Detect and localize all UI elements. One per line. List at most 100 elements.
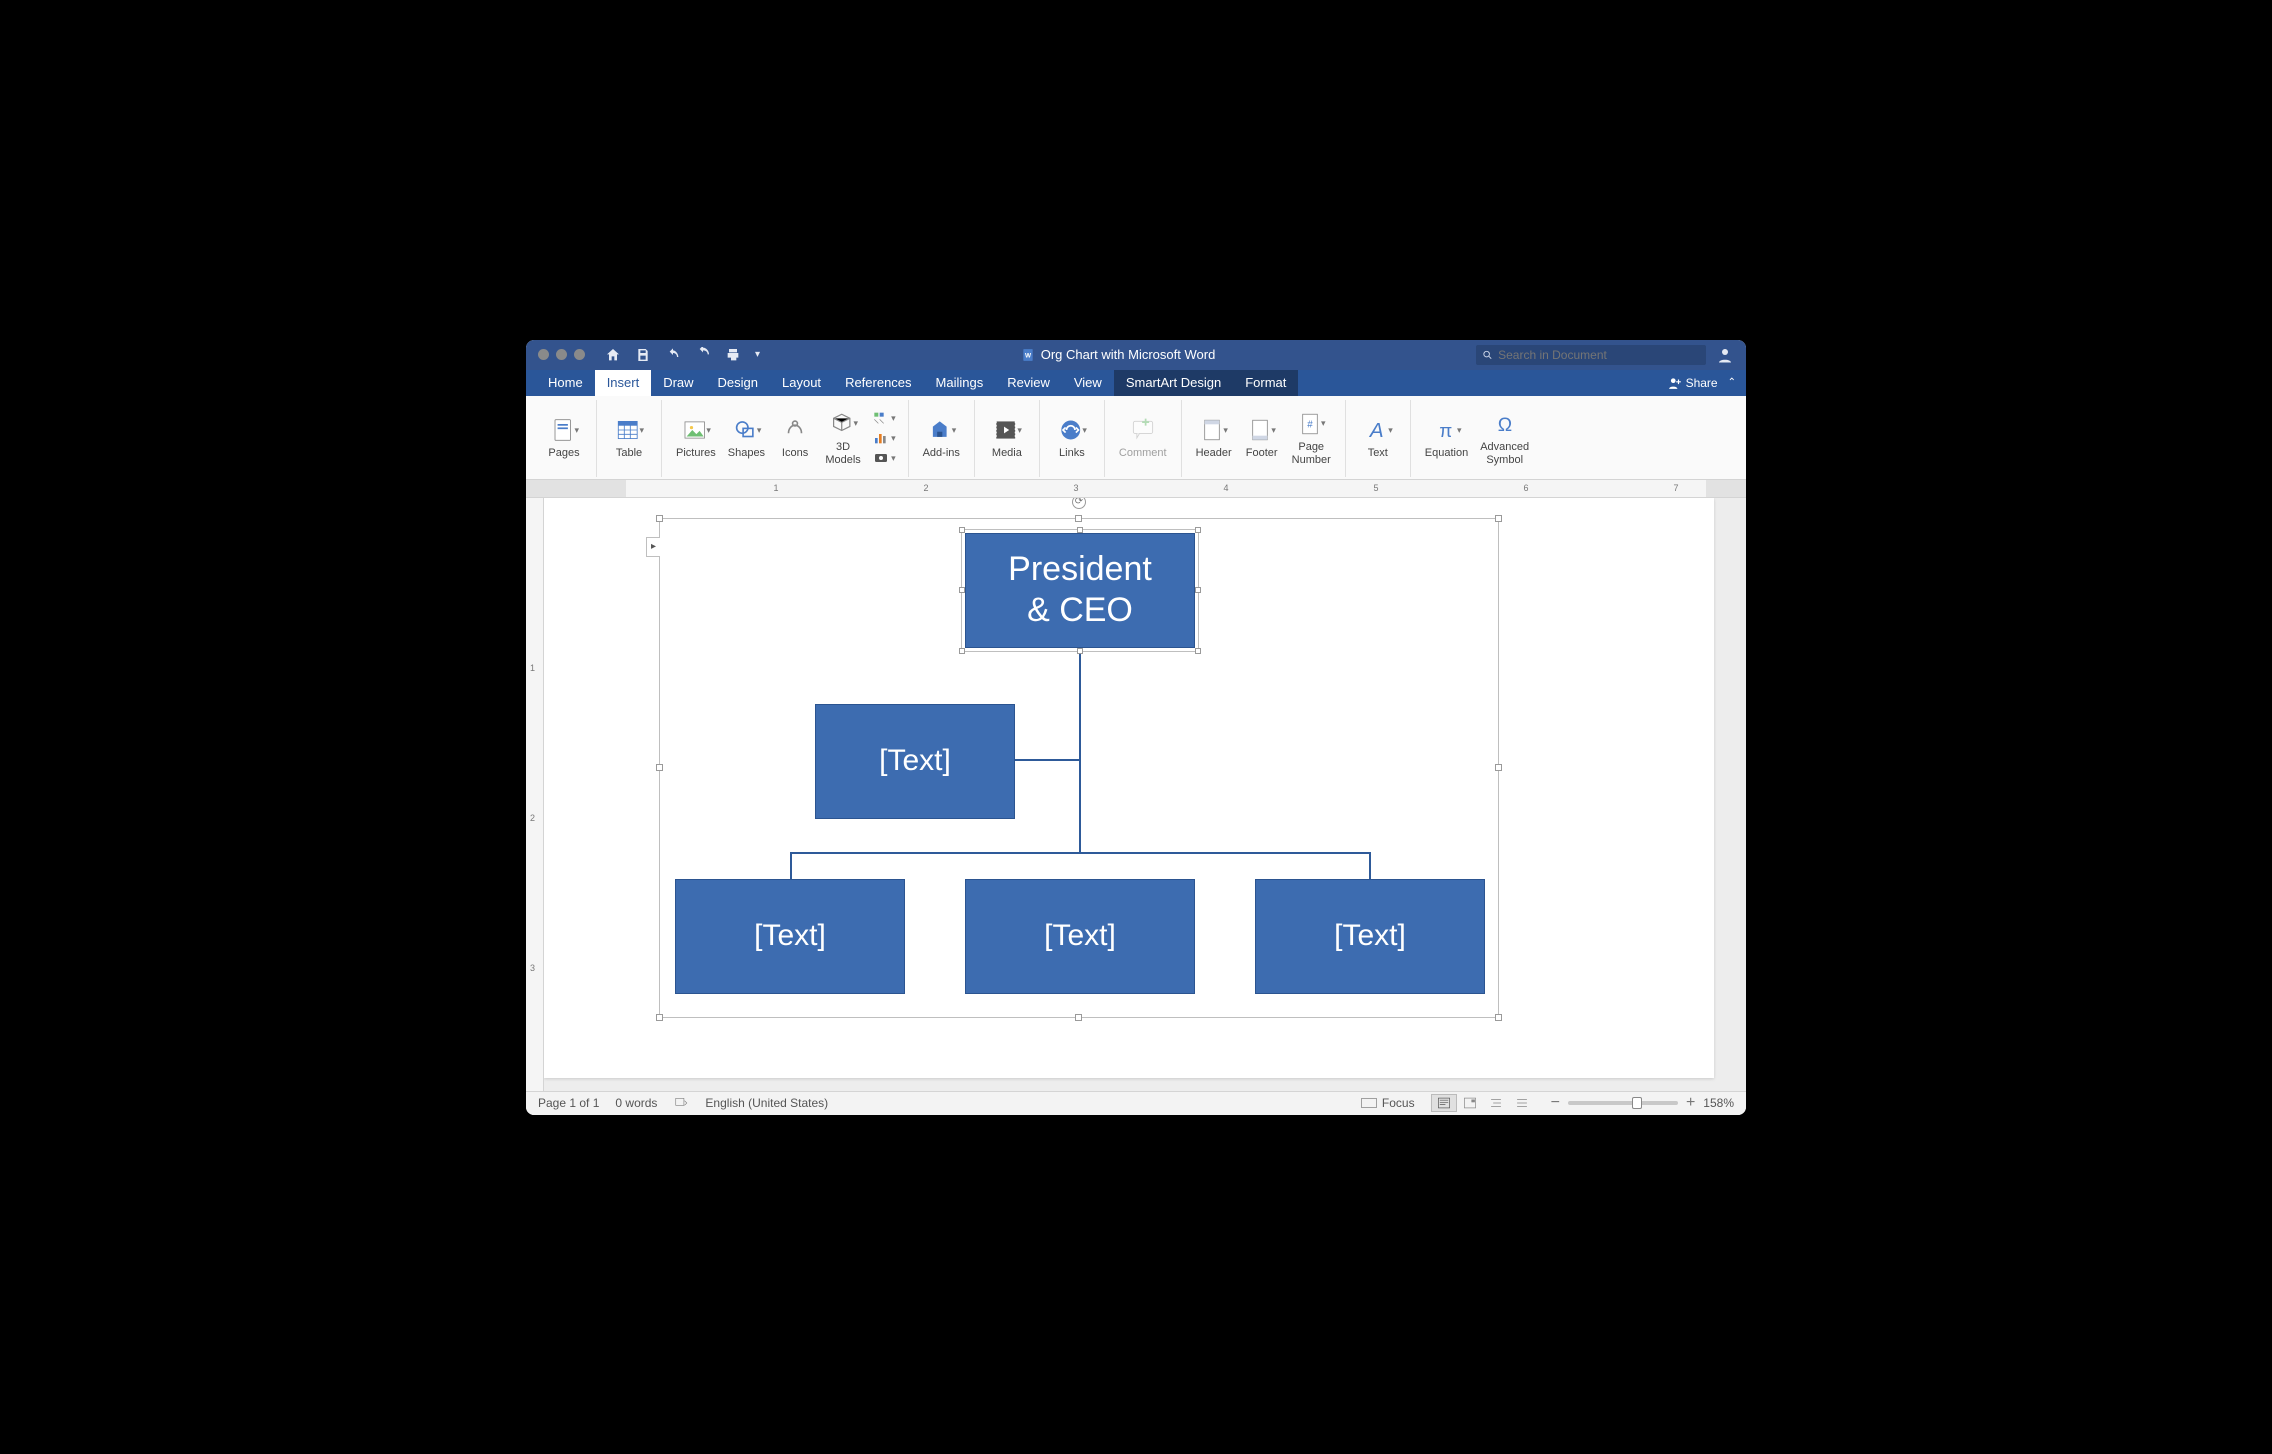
word-app-window: ▾ W Org Chart with Microsoft Word Home I… (526, 340, 1746, 1115)
shape-handle[interactable] (1195, 648, 1201, 654)
search-box[interactable] (1476, 345, 1706, 365)
print-layout-view-icon[interactable] (1431, 1094, 1457, 1112)
svg-text:Ω: Ω (1497, 415, 1511, 436)
redo-icon[interactable] (695, 347, 711, 363)
home-icon[interactable] (605, 347, 621, 363)
tab-insert[interactable]: Insert (595, 370, 652, 396)
resize-handle[interactable] (1495, 1014, 1502, 1021)
minimize-window-button[interactable] (556, 349, 567, 360)
resize-handle[interactable] (1075, 1014, 1082, 1021)
text-button[interactable]: A▾ Text (1354, 414, 1402, 461)
svg-text:W: W (1025, 352, 1032, 359)
shape-handle[interactable] (1195, 587, 1201, 593)
share-button[interactable]: Share ⌃ (1668, 376, 1736, 390)
resize-handle[interactable] (1495, 515, 1502, 522)
page-indicator[interactable]: Page 1 of 1 (538, 1096, 599, 1110)
icons-button[interactable]: Icons (771, 414, 819, 461)
maximize-window-button[interactable] (574, 349, 585, 360)
3d-models-button[interactable]: ▾ 3D Models (819, 408, 867, 467)
page-number-button[interactable]: #▾ Page Number (1286, 408, 1337, 467)
smartart-frame[interactable]: ⟳ ▸ (659, 518, 1499, 1018)
view-mode-buttons (1431, 1094, 1535, 1112)
tab-layout[interactable]: Layout (770, 370, 833, 396)
zoom-slider[interactable] (1568, 1101, 1678, 1105)
tab-review[interactable]: Review (995, 370, 1062, 396)
org-node-child[interactable]: [Text] (1255, 879, 1485, 994)
close-window-button[interactable] (538, 349, 549, 360)
resize-handle[interactable] (656, 764, 663, 771)
zoom-level[interactable]: 158% (1703, 1096, 1734, 1110)
document-page[interactable]: ⟳ ▸ (544, 498, 1714, 1078)
comment-button: Comment (1113, 414, 1173, 461)
symbol-button[interactable]: Ω Advanced Symbol (1474, 408, 1535, 467)
org-node-root[interactable]: President & CEO (965, 533, 1195, 648)
search-input[interactable] (1498, 348, 1700, 362)
smartart-button[interactable]: ▾ (871, 409, 896, 427)
tab-view[interactable]: View (1062, 370, 1114, 396)
footer-button[interactable]: ▾ Footer (1238, 414, 1286, 461)
pictures-button[interactable]: ▾ Pictures (670, 414, 722, 461)
svg-text:π: π (1439, 421, 1452, 442)
undo-icon[interactable] (665, 347, 681, 363)
draft-view-icon[interactable] (1509, 1094, 1535, 1112)
links-button[interactable]: ▾ Links (1048, 414, 1096, 461)
rotate-handle-icon[interactable]: ⟳ (1072, 498, 1086, 509)
svg-text:A: A (1368, 419, 1384, 442)
resize-handle[interactable] (656, 1014, 663, 1021)
tab-home[interactable]: Home (536, 370, 595, 396)
tab-draw[interactable]: Draw (651, 370, 705, 396)
ribbon: ▾ Pages ▾ Table ▾ Pictures ▾ Shapes Icon… (526, 396, 1746, 480)
page-scroll-area[interactable]: ⟳ ▸ (544, 498, 1746, 1091)
save-icon[interactable] (635, 347, 651, 363)
header-button[interactable]: ▾ Header (1190, 414, 1238, 461)
zoom-controls: − + 158% (1551, 1094, 1734, 1112)
tab-mailings[interactable]: Mailings (924, 370, 996, 396)
language-indicator[interactable]: English (United States) (705, 1096, 828, 1110)
shape-handle[interactable] (1077, 527, 1083, 533)
user-account-icon[interactable] (1716, 346, 1734, 364)
word-count[interactable]: 0 words (615, 1096, 657, 1110)
print-icon[interactable] (725, 347, 741, 363)
window-controls[interactable] (538, 349, 585, 360)
shape-handle[interactable] (1195, 527, 1201, 533)
shape-handle[interactable] (959, 527, 965, 533)
org-node-child[interactable]: [Text] (675, 879, 905, 994)
resize-handle[interactable] (1495, 764, 1502, 771)
org-node-assistant[interactable]: [Text] (815, 704, 1015, 819)
zoom-thumb[interactable] (1632, 1097, 1642, 1109)
search-icon (1482, 349, 1493, 361)
connector-line (1369, 852, 1371, 882)
collapse-ribbon-icon[interactable]: ⌃ (1728, 377, 1736, 388)
zoom-in-button[interactable]: + (1686, 1094, 1695, 1112)
tab-smartart-design[interactable]: SmartArt Design (1114, 370, 1233, 396)
title-bar: ▾ W Org Chart with Microsoft Word (526, 340, 1746, 370)
resize-handle[interactable] (1075, 515, 1082, 522)
shapes-button[interactable]: ▾ Shapes (722, 414, 771, 461)
vertical-ruler[interactable]: 123 (526, 498, 544, 1091)
shape-handle[interactable] (1077, 648, 1083, 654)
tab-references[interactable]: References (833, 370, 923, 396)
zoom-out-button[interactable]: − (1551, 1094, 1560, 1112)
pages-button[interactable]: ▾ Pages (540, 414, 588, 461)
table-button[interactable]: ▾ Table (605, 414, 653, 461)
equation-button[interactable]: π▾ Equation (1419, 414, 1474, 461)
shape-handle[interactable] (959, 648, 965, 654)
media-button[interactable]: ▾ Media (983, 414, 1031, 461)
outline-view-icon[interactable] (1483, 1094, 1509, 1112)
addins-button[interactable]: ▾ Add-ins (917, 414, 966, 461)
chart-button[interactable]: ▾ (871, 429, 896, 447)
screenshot-button[interactable]: ▾ (871, 449, 896, 467)
spellcheck-icon[interactable] (673, 1096, 689, 1110)
web-layout-view-icon[interactable] (1457, 1094, 1483, 1112)
org-node-child[interactable]: [Text] (965, 879, 1195, 994)
connector-line (790, 852, 792, 882)
tab-design[interactable]: Design (706, 370, 770, 396)
share-icon (1668, 376, 1682, 390)
focus-mode-button[interactable]: Focus (1361, 1096, 1415, 1110)
document-title: W Org Chart with Microsoft Word (760, 347, 1476, 362)
shape-handle[interactable] (959, 587, 965, 593)
tab-format[interactable]: Format (1233, 370, 1298, 396)
text-pane-toggle[interactable]: ▸ (646, 537, 660, 557)
horizontal-ruler[interactable]: 1234567 (526, 480, 1746, 498)
resize-handle[interactable] (656, 515, 663, 522)
